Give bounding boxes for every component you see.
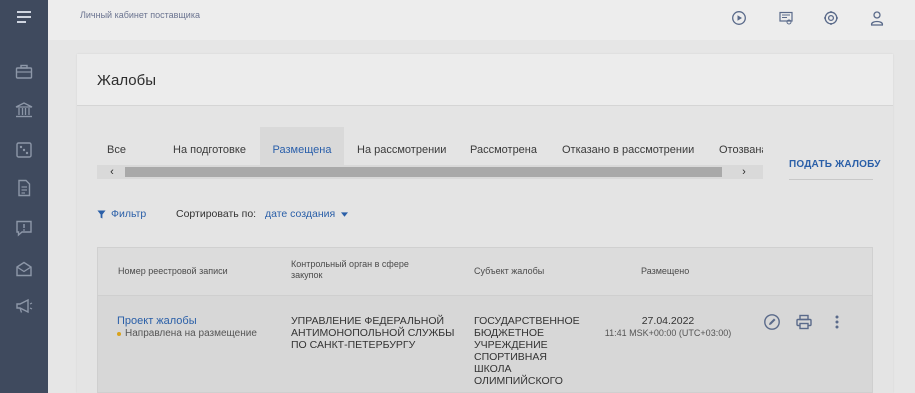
tab-posted[interactable]: Размещена [260,127,344,167]
page-title: Жалобы [97,72,156,89]
sidebar [0,0,48,393]
table-row[interactable]: Проект жалобы Направлена на размещение У… [97,295,873,393]
top-bar: Личный кабинет поставщика [48,0,915,40]
tab-preparing[interactable]: На подготовке [173,127,246,167]
bank-icon[interactable] [0,95,48,125]
card-header: Жалобы [77,54,893,106]
complaints-card: Жалобы Все На подготовке Размещена На ра… [77,54,893,393]
dice-icon[interactable] [0,135,48,165]
header-control-body: Контрольный орган в сфере закупок [291,259,409,280]
status-text: Направлена на размещение [125,328,257,339]
chevron-down-icon [341,211,349,217]
more-vert-icon[interactable] [827,312,847,332]
play-circle-icon[interactable] [728,7,750,29]
tab-withdrawn[interactable]: Отозвана [719,127,763,167]
table-header: Номер реестровой записи Контрольный орга… [97,247,873,295]
filter-button[interactable]: Фильтр [97,208,146,220]
submit-complaint-button[interactable]: ПОДАТЬ ЖАЛОБУ [789,159,881,170]
briefcase-icon[interactable] [0,57,48,87]
divider [789,179,873,180]
tab-rejected[interactable]: Отказано в рассмотрении [562,127,694,167]
filter-icon [97,209,106,219]
tab-reviewed[interactable]: Рассмотрена [470,127,537,167]
subject-cell: ГОСУДАРСТВЕННОЕ БЮДЖЕТНОЕ УЧРЕЖДЕНИЕ СПО… [474,315,580,387]
scroll-left-icon[interactable]: ‹ [105,165,119,179]
scroll-right-icon[interactable]: › [737,165,751,179]
header-subject: Субъект жалобы [474,266,545,276]
header-posted: Размещено [641,266,690,276]
sort-label: Сортировать по: [176,208,257,220]
tab-under-review[interactable]: На рассмотрении [357,127,446,167]
sort-value: дате создания [265,208,336,220]
complaint-status: Направлена на размещение [117,328,257,340]
user-icon[interactable] [866,7,888,29]
mail-icon[interactable] [0,254,48,284]
control-body-cell: УПРАВЛЕНИЕ ФЕДЕРАЛЬНОЙ АНТИМОНОПОЛЬНОЙ С… [291,315,455,351]
megaphone-icon[interactable] [0,291,48,321]
header-registry-number: Номер реестровой записи [118,266,228,276]
alert-icon[interactable] [0,213,48,243]
status-tabs: Все На подготовке Размещена На рассмотре… [97,127,763,167]
topbar-title: Личный кабинет поставщика [80,10,200,20]
tabs-scrollbar[interactable]: ‹ › [97,165,763,179]
document-icon[interactable] [0,173,48,203]
edit-icon[interactable] [762,312,782,332]
print-icon[interactable] [794,312,814,332]
posted-date: 27.04.2022 [641,315,695,327]
complaint-draft-link[interactable]: Проект жалобы [117,315,197,327]
certificate-icon[interactable] [775,7,797,29]
status-dot [117,332,121,336]
filter-label: Фильтр [111,208,147,220]
sort-dropdown[interactable]: дате создания [265,208,349,220]
menu-icon[interactable] [0,2,48,32]
tab-all[interactable]: Все [107,127,126,167]
posted-time: 11:41 MSK+00:00 (UTC+03:00) [604,328,732,338]
scrollbar-thumb[interactable] [125,167,722,177]
settings-gear-icon[interactable] [820,7,842,29]
